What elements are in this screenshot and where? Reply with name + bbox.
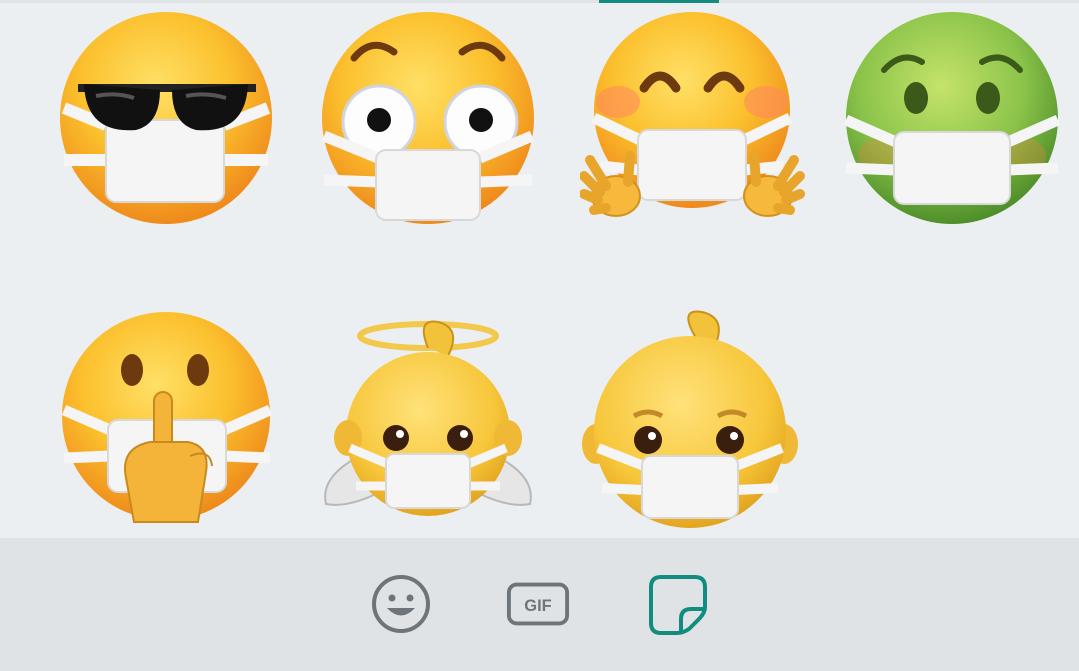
sticker-tab-button[interactable] xyxy=(646,572,710,636)
smiley-face-icon xyxy=(372,575,430,633)
nauseated-green-masked-face-sticker[interactable] xyxy=(840,10,1065,235)
active-pack-indicator xyxy=(599,0,719,3)
angel-baby-masked-face-sticker[interactable] xyxy=(316,308,541,533)
sticker-picker-panel: GIF xyxy=(0,0,1079,671)
sticker-icon xyxy=(649,575,707,635)
sticker-grid xyxy=(0,6,1079,538)
pack-tab-track xyxy=(0,0,1079,3)
gif-tab-button[interactable]: GIF xyxy=(506,572,570,636)
gif-icon: GIF xyxy=(506,582,570,626)
emoji-tab-button[interactable] xyxy=(369,572,433,636)
gif-label: GIF xyxy=(524,597,551,615)
picker-bottom-bar: GIF xyxy=(0,538,1079,671)
wide-eyed-masked-face-sticker[interactable] xyxy=(316,10,541,235)
shushing-masked-face-sticker[interactable] xyxy=(60,308,285,533)
smiling-masked-face-open-hands-sticker[interactable] xyxy=(580,10,805,235)
sunglasses-masked-face-sticker[interactable] xyxy=(56,10,281,235)
baby-masked-face-sticker[interactable] xyxy=(578,308,803,533)
